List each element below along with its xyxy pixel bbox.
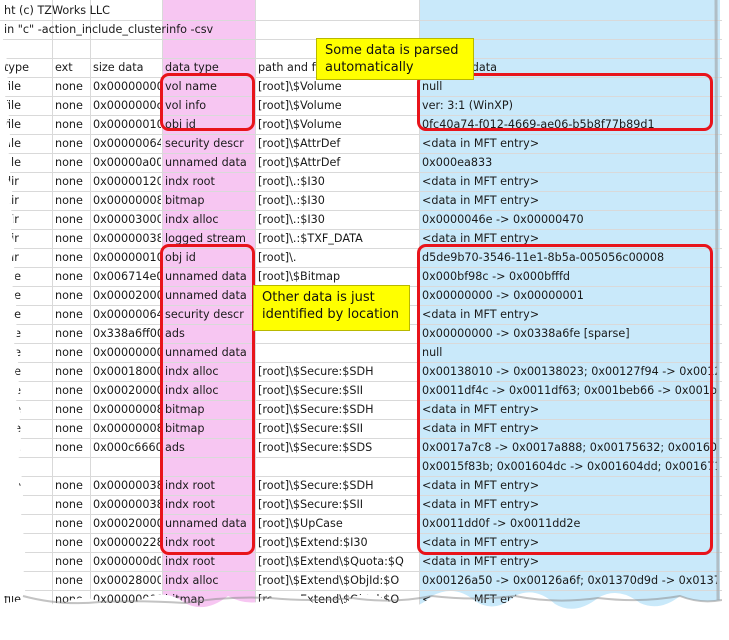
torn-edge-frame [0,0,722,632]
spreadsheet: ht (c) TZWorks LLC in "c" -action_include… [0,0,722,632]
